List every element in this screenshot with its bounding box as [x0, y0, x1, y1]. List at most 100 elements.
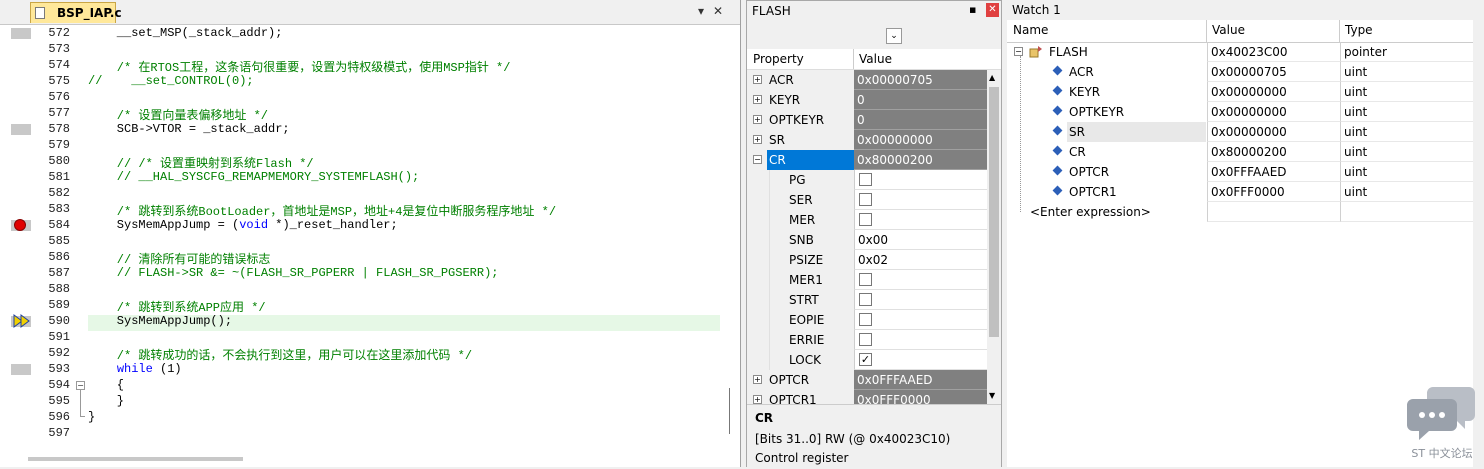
watch-value[interactable]: 0x00000000: [1207, 82, 1340, 102]
property-value[interactable]: [854, 170, 987, 190]
watch-row-flash[interactable]: − FLASH 0x40023C00 pointer: [1007, 42, 1473, 62]
property-row-psize[interactable]: PSIZE 0x02: [747, 250, 987, 270]
property-row-sr[interactable]: + SR 0x00000000: [747, 130, 987, 150]
watch-value[interactable]: 0x40023C00: [1207, 42, 1340, 62]
field-icon: [1052, 185, 1063, 196]
property-value[interactable]: 0x00000705: [854, 70, 987, 90]
code-line: // 清除所有可能的错误标志: [88, 250, 271, 267]
horizontal-scrollbar[interactable]: [28, 457, 243, 461]
watch-row-cr[interactable]: CR 0x80000200 uint: [1007, 142, 1473, 162]
watch-value[interactable]: 0x80000200: [1207, 142, 1340, 162]
expand-icon[interactable]: +: [753, 95, 762, 104]
property-value[interactable]: [854, 190, 987, 210]
pin-icon[interactable]: ▪: [969, 3, 976, 16]
collapse-icon[interactable]: −: [1014, 47, 1023, 56]
property-value[interactable]: 0x00: [854, 230, 987, 250]
checkbox[interactable]: [859, 333, 872, 346]
field-icon: [1052, 125, 1063, 136]
close-file-button[interactable]: ✕: [711, 4, 725, 18]
watch-value[interactable]: 0x0FFF0000: [1207, 182, 1340, 202]
property-row-optkeyr[interactable]: + OPTKEYR 0: [747, 110, 987, 130]
tree-guide-line: [1020, 56, 1022, 212]
watch-row-optkeyr[interactable]: OPTKEYR 0x00000000 uint: [1007, 102, 1473, 122]
gutter[interactable]: 572 573 574 575 576 577 578 579 580 581 582 583 584 5…: [0, 25, 88, 445]
watch-row-sr[interactable]: SR 0x00000000 uint: [1007, 122, 1473, 142]
watch-name: OPTCR1: [1069, 185, 1117, 199]
watch-value[interactable]: 0x00000000: [1207, 102, 1340, 122]
watch-row-acr[interactable]: ACR 0x00000705 uint: [1007, 62, 1473, 82]
line-number: 580: [48, 154, 70, 168]
file-tab[interactable]: BSP_IAP.c: [30, 2, 122, 23]
watch-row-keyr[interactable]: KEYR 0x00000000 uint: [1007, 82, 1473, 102]
checkbox[interactable]: [859, 313, 872, 326]
watch-name: KEYR: [1069, 85, 1101, 99]
property-value[interactable]: 0x02: [854, 250, 987, 270]
fold-toggle-icon[interactable]: −: [76, 381, 85, 390]
watch-row-optcr[interactable]: OPTCR 0x0FFFAAED uint: [1007, 162, 1473, 182]
property-name: EOPIE: [789, 313, 825, 327]
property-row-pg[interactable]: PG: [747, 170, 987, 190]
property-value[interactable]: 0: [854, 90, 987, 110]
property-value[interactable]: 0x0FFF0000: [854, 390, 987, 404]
comment: /* 跳转成功的话，不会执行到这里，用户可以在这里添加代码 */: [88, 349, 473, 363]
property-row-keyr[interactable]: + KEYR 0: [747, 90, 987, 110]
property-value[interactable]: 0x0FFFAAED: [854, 370, 987, 390]
watch-value[interactable]: 0x00000000: [1207, 122, 1340, 142]
property-value[interactable]: [854, 210, 987, 230]
property-row-strt[interactable]: STRT: [747, 290, 987, 310]
breakpoint-icon[interactable]: [14, 219, 26, 231]
property-row-eopie[interactable]: EOPIE: [747, 310, 987, 330]
scroll-thumb[interactable]: [989, 87, 999, 337]
watch-value[interactable]: 0x0FFFAAED: [1207, 162, 1340, 182]
property-row-optcr1[interactable]: + OPTCR1 0x0FFF0000: [747, 390, 987, 404]
checkbox-checked[interactable]: ✓: [859, 353, 872, 366]
line-number: 587: [48, 266, 70, 280]
collapse-icon[interactable]: −: [753, 155, 762, 164]
comment: // __set_CONTROL(0);: [88, 74, 254, 88]
checkbox[interactable]: [859, 173, 872, 186]
property-row-optcr[interactable]: + OPTCR 0x0FFFAAED: [747, 370, 987, 390]
watch-value[interactable]: [1207, 202, 1340, 222]
line-number: 584: [48, 218, 70, 232]
comment: /* 跳转到系统APP应用 */: [88, 301, 266, 315]
line-number: 589: [48, 298, 70, 312]
checkbox[interactable]: [859, 193, 872, 206]
property-value[interactable]: [854, 310, 987, 330]
checkbox[interactable]: [859, 273, 872, 286]
scroll-up-icon[interactable]: ▲: [989, 73, 995, 82]
property-row-lock[interactable]: LOCK ✓: [747, 350, 987, 370]
tab-menu-button[interactable]: ▾: [694, 4, 708, 18]
watch-row-optcr1[interactable]: OPTCR1 0x0FFF0000 uint: [1007, 182, 1473, 202]
line-number: 594: [48, 378, 70, 392]
expand-icon[interactable]: +: [753, 115, 762, 124]
property-row-errie[interactable]: ERRIE: [747, 330, 987, 350]
property-row-snb[interactable]: SNB 0x00: [747, 230, 987, 250]
watch-value[interactable]: 0x00000705: [1207, 62, 1340, 82]
property-row-acr[interactable]: + ACR 0x00000705: [747, 70, 987, 90]
property-row-mer[interactable]: MER: [747, 210, 987, 230]
expand-icon[interactable]: +: [753, 375, 762, 384]
line-number: 586: [48, 250, 70, 264]
checkbox[interactable]: [859, 293, 872, 306]
scroll-down-icon[interactable]: ▼: [989, 391, 995, 400]
property-row-mer1[interactable]: MER1: [747, 270, 987, 290]
property-value[interactable]: 0: [854, 110, 987, 130]
property-value[interactable]: 0x80000200: [854, 150, 987, 170]
expand-icon[interactable]: +: [753, 135, 762, 144]
expand-icon[interactable]: +: [753, 75, 762, 84]
close-panel-button[interactable]: ✕: [986, 3, 999, 17]
expand-icon[interactable]: +: [753, 395, 762, 404]
property-name: SR: [769, 133, 785, 147]
enter-expression-row[interactable]: <Enter expression>: [1007, 202, 1473, 222]
peripheral-dropdown[interactable]: ⌄: [886, 28, 902, 44]
property-value[interactable]: [854, 330, 987, 350]
selection-highlight: [1067, 122, 1206, 142]
property-name: ERRIE: [789, 333, 825, 347]
property-value[interactable]: [854, 270, 987, 290]
checkbox[interactable]: [859, 213, 872, 226]
property-value[interactable]: 0x00000000: [854, 130, 987, 150]
property-row-cr[interactable]: − CR 0x80000200: [747, 150, 987, 170]
property-value[interactable]: ✓: [854, 350, 987, 370]
property-row-ser[interactable]: SER: [747, 190, 987, 210]
property-value[interactable]: [854, 290, 987, 310]
